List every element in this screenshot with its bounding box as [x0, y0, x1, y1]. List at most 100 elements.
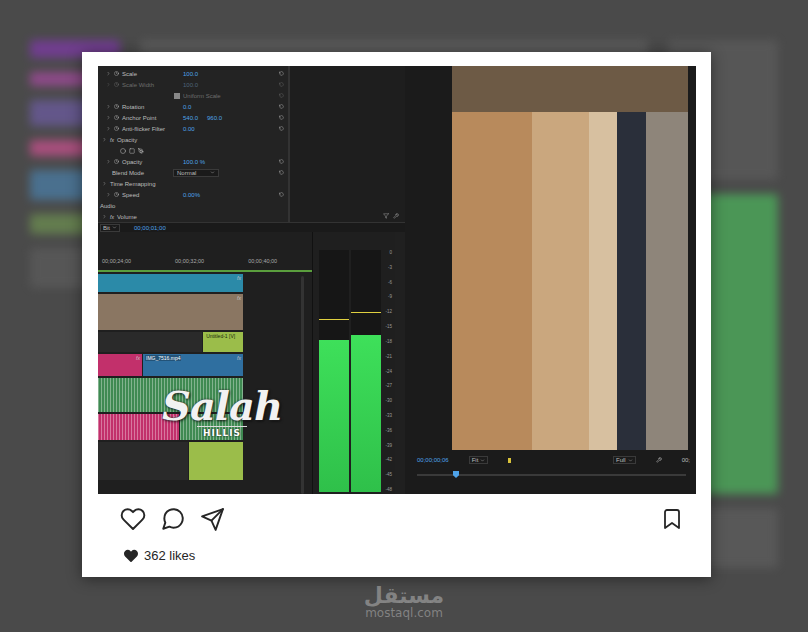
prop-label: Speed [122, 192, 180, 198]
effect-prop-row: Rotation0.0 [98, 101, 288, 112]
stopwatch-icon[interactable] [114, 115, 119, 120]
pen-mask-icon[interactable] [138, 148, 144, 154]
timeline-clip[interactable] [98, 442, 188, 480]
timeline-clip[interactable] [98, 378, 243, 412]
stopwatch-icon[interactable] [114, 82, 119, 87]
meter-tick: -39 [385, 443, 392, 448]
reset-icon[interactable] [279, 104, 284, 109]
scrub-track[interactable] [417, 474, 686, 476]
timeline-clip[interactable]: IMG_7516.mp4fx [143, 354, 243, 376]
like-heart-icon[interactable] [120, 506, 146, 532]
prop-value[interactable]: 540.0 [183, 115, 198, 121]
expand-icon[interactable] [106, 192, 111, 197]
monitor-timecode[interactable]: 00;00;00;06 [417, 457, 449, 463]
meter-peak [351, 312, 381, 313]
panel-tools [383, 213, 399, 219]
expand-icon[interactable] [102, 137, 107, 142]
meter-tick: -12 [385, 309, 392, 314]
dropdown-icon [112, 225, 117, 230]
uniform-scale-checkbox[interactable] [174, 93, 180, 99]
reset-icon[interactable] [279, 71, 284, 76]
effect-prop-row: Scale Width100.0 [98, 79, 288, 90]
quality-dropdown[interactable]: Full [613, 456, 636, 464]
expand-icon[interactable] [106, 104, 111, 109]
fx-badge: fx [237, 295, 241, 301]
expand-icon[interactable] [106, 115, 111, 120]
effect-section[interactable]: fxOpacity [98, 134, 288, 145]
timeline-clip[interactable] [98, 332, 202, 352]
effect-timeline-area [290, 66, 405, 222]
timeline-clip[interactable]: fx [98, 354, 142, 376]
blend-mode-select[interactable]: Normal [173, 169, 219, 177]
reset-icon[interactable] [279, 82, 284, 87]
ellipse-mask-icon[interactable] [120, 148, 126, 154]
effect-controls-panel: Scale100.0Scale Width100.0Uniform ScaleR… [98, 66, 405, 222]
timeline-clip[interactable]: fx [98, 414, 179, 440]
salah-hillis-logo: SalahHILLIS [162, 386, 282, 438]
stopwatch-icon[interactable] [114, 126, 119, 131]
effect-section[interactable]: fxVolume [98, 211, 288, 222]
prop-value[interactable]: 100.0 [183, 82, 198, 88]
timeline-clip[interactable]: fx [98, 274, 243, 292]
monitor-bar: 00;00;00;06FitFull00; [405, 450, 696, 464]
reset-icon[interactable] [279, 159, 284, 164]
reset-icon[interactable] [279, 170, 284, 175]
stopwatch-icon[interactable] [114, 71, 119, 76]
source-timecode[interactable]: 00;00;01;00 [134, 225, 166, 231]
timeline-clip[interactable] [189, 442, 243, 480]
meter-channel [351, 250, 381, 492]
reset-icon[interactable] [279, 126, 284, 131]
expand-icon[interactable] [102, 214, 107, 219]
filter-icon[interactable] [383, 213, 389, 219]
prop-label: Opacity [122, 159, 180, 165]
reset-icon[interactable] [279, 93, 284, 98]
meter-peak [319, 319, 349, 320]
effect-section[interactable]: Time Remapping [98, 178, 288, 189]
prop-label: Anti-flicker Filter [122, 126, 180, 132]
expand-icon[interactable] [102, 181, 107, 186]
meter-tick: -24 [385, 369, 392, 374]
expand-icon[interactable] [106, 159, 111, 164]
wrench-icon[interactable] [656, 457, 662, 463]
effect-select-row: Blend ModeNormal [98, 167, 288, 178]
rectangle-mask-icon[interactable] [129, 148, 135, 154]
stopwatch-icon[interactable] [114, 104, 119, 109]
ruler-label: 00;00;32;00 [175, 258, 204, 264]
effect-checkbox-row[interactable]: Uniform Scale [98, 90, 288, 101]
share-paper-plane-icon[interactable] [200, 507, 225, 532]
post-actions [98, 494, 696, 532]
expand-icon[interactable] [106, 71, 111, 76]
bit-dropdown[interactable]: Bit [100, 224, 120, 232]
stopwatch-icon[interactable] [114, 192, 119, 197]
prop-value[interactable]: 100.0 % [183, 159, 205, 165]
prop-value[interactable]: 0.0 [183, 104, 191, 110]
timeline-clip[interactable]: Untitled-1 [V] [203, 332, 243, 352]
prop-value[interactable]: 960.0 [207, 115, 222, 121]
clip-label: Untitled-1 [V] [205, 333, 236, 339]
clip-label: IMG_7516.mp4 [145, 355, 181, 361]
prop-value[interactable]: 0.00 [183, 126, 195, 132]
comment-bubble-icon[interactable] [160, 506, 186, 532]
timeline-scrollbar[interactable] [301, 276, 304, 494]
bookmark-icon[interactable] [660, 507, 684, 531]
prop-value[interactable]: 100.0 [183, 71, 198, 77]
expand-icon[interactable] [106, 126, 111, 131]
dropdown-icon [480, 458, 485, 463]
timeline-clip[interactable] [180, 414, 243, 440]
mostaql-watermark: مستقلmostaql.com [0, 584, 808, 620]
stopwatch-icon[interactable] [114, 159, 119, 164]
reset-icon[interactable] [279, 192, 284, 197]
expand-icon[interactable] [106, 82, 111, 87]
meter-fill [319, 340, 349, 492]
logo-script: Salah [162, 386, 282, 426]
effect-header: Audio [98, 200, 288, 211]
timeline-clip[interactable]: fx [98, 294, 243, 330]
likes-count[interactable]: 362 likes [144, 548, 195, 563]
playhead[interactable] [453, 471, 459, 478]
prop-value[interactable]: 0.00% [183, 192, 200, 198]
effect-prop-row: Anchor Point540.0960.0 [98, 112, 288, 123]
wrench-icon[interactable] [393, 213, 399, 219]
reset-icon[interactable] [279, 115, 284, 120]
effect-list: Scale100.0Scale Width100.0Uniform ScaleR… [98, 66, 290, 222]
fit-dropdown[interactable]: Fit [469, 456, 489, 464]
